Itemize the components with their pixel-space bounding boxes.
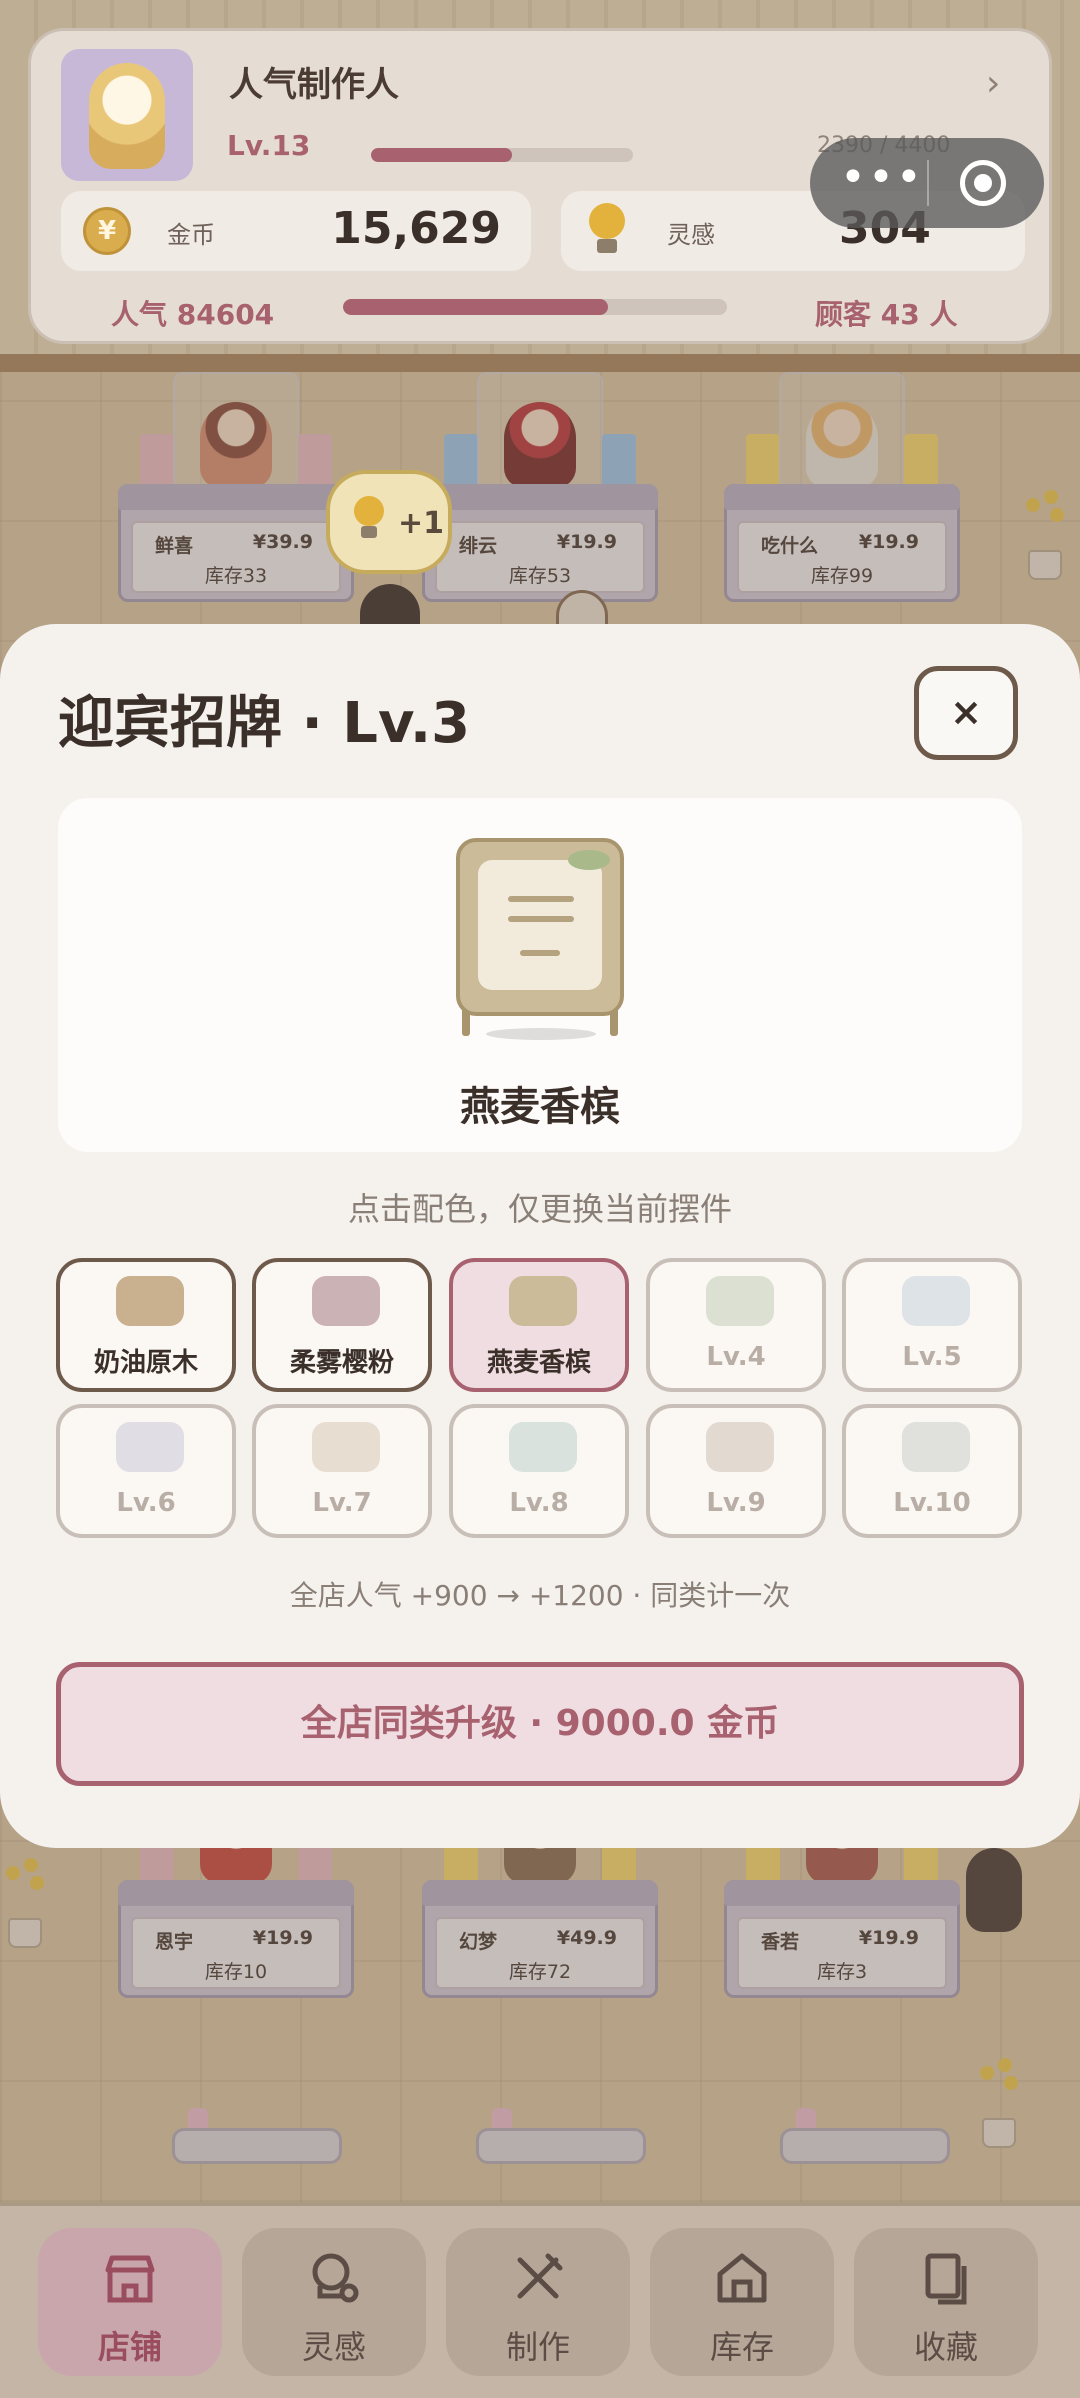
swatch-label: Lv.7: [312, 1488, 372, 1518]
swatch-color-chip: [312, 1422, 380, 1472]
idea-bubble-text: +1: [398, 506, 445, 541]
color-swatch[interactable]: Lv.9: [646, 1404, 826, 1538]
coins-panel: ¥ 金币 15,629: [61, 191, 531, 271]
nav-item-inspiration[interactable]: 灵感: [242, 2228, 426, 2376]
swatch-label: 奶油原木: [93, 1348, 198, 1378]
nav-label: 制作: [505, 2328, 570, 2366]
swatch-label: 柔雾樱粉: [289, 1348, 394, 1378]
color-swatch[interactable]: 奶油原木: [56, 1258, 236, 1392]
customers-text: 顾客 43 人: [815, 298, 958, 331]
upgrade-all-button[interactable]: 全店同类升级 · 9000.0 金币: [56, 1662, 1024, 1786]
popularity-progress-bar: [343, 299, 727, 315]
target-icon[interactable]: [960, 160, 1006, 206]
color-swatch[interactable]: Lv.7: [252, 1404, 432, 1538]
color-swatch[interactable]: 燕麦香槟: [449, 1258, 629, 1392]
coin-icon: ¥: [83, 207, 131, 255]
nav-item-collection[interactable]: 收藏: [854, 2228, 1038, 2376]
swatch-color-chip: [116, 1276, 184, 1326]
lightbulb-icon: [587, 203, 627, 259]
lightbulb-icon: [354, 496, 384, 526]
swatch-color-chip: [902, 1276, 970, 1326]
hint-text: 点击配色，仅更换当前摆件: [347, 1190, 732, 1228]
nav-label: 灵感: [301, 2328, 366, 2366]
swatch-color-chip: [116, 1422, 184, 1472]
xp-progress-fill: [371, 148, 513, 162]
color-swatch[interactable]: Lv.10: [842, 1404, 1022, 1538]
decoration-modal: 迎宾招牌 · Lv.3 × 燕麦香槟 点击配色，仅更换当前摆件 奶油原木 柔雾樱…: [0, 624, 1080, 1848]
shop-icon: [105, 2255, 155, 2303]
color-swatch[interactable]: 柔雾樱粉: [252, 1258, 432, 1392]
nav-item-craft[interactable]: 制作: [446, 2228, 630, 2376]
swatch-color-chip: [706, 1276, 774, 1326]
nav-label: 店铺: [97, 2328, 162, 2366]
swatch-label: Lv.8: [509, 1488, 569, 1518]
popularity-progress-fill: [343, 299, 608, 315]
avatar[interactable]: [61, 49, 193, 181]
nav-item-warehouse[interactable]: 库存: [650, 2228, 834, 2376]
preview-name: 燕麦香槟: [460, 1084, 620, 1130]
swatch-color-chip: [706, 1422, 774, 1472]
close-button[interactable]: ×: [914, 666, 1018, 760]
swatch-label: Lv.5: [902, 1342, 962, 1372]
coins-label: 金币: [167, 221, 215, 249]
bonus-text: 全店人气 +900 → +1200 · 同类计一次: [289, 1579, 791, 1612]
chevron-right-icon[interactable]: ›: [986, 63, 1000, 104]
swatch-color-chip: [902, 1422, 970, 1472]
more-dots-icon[interactable]: •••: [840, 156, 922, 210]
color-swatch[interactable]: Lv.4: [646, 1258, 826, 1392]
swatch-label: Lv.4: [706, 1342, 766, 1372]
color-swatch[interactable]: Lv.5: [842, 1258, 1022, 1392]
level-text: Lv.13: [227, 129, 311, 162]
modal-title: 迎宾招牌 · Lv.3: [58, 691, 471, 756]
color-swatch[interactable]: Lv.8: [449, 1404, 629, 1538]
idea-bubble[interactable]: +1: [326, 470, 452, 574]
nav-item-shop[interactable]: 店铺: [38, 2228, 222, 2376]
welcome-sign-icon: [456, 838, 624, 1040]
coins-value: 15,629: [331, 203, 501, 254]
producer-title[interactable]: 人气制作人: [229, 57, 399, 106]
popularity-text: 人气 84604: [111, 298, 275, 331]
color-swatch[interactable]: Lv.6: [56, 1404, 236, 1538]
swatch-color-chip: [509, 1422, 577, 1472]
craft-tools-icon: [517, 2253, 563, 2299]
bottom-nav: 店铺 灵感 制作 库存 收藏: [0, 2206, 1080, 2398]
nav-label: 库存: [709, 2328, 774, 2366]
collection-icon: [925, 2253, 967, 2305]
preview-card: 燕麦香槟: [58, 798, 1022, 1152]
swatch-color-chip: [509, 1276, 577, 1326]
miniprogram-capsule: •••: [810, 138, 1044, 228]
swatch-label: Lv.6: [116, 1488, 176, 1518]
swatch-label: 燕麦香槟: [486, 1348, 591, 1378]
nav-label: 收藏: [913, 2328, 978, 2366]
xp-progress-bar: [371, 148, 633, 162]
ideas-label: 灵感: [667, 221, 715, 249]
swatch-label: Lv.9: [706, 1488, 766, 1518]
swatch-color-chip: [312, 1276, 380, 1326]
inspiration-icon: [312, 2253, 359, 2303]
swatch-label: Lv.10: [893, 1488, 971, 1518]
warehouse-icon: [717, 2253, 767, 2303]
